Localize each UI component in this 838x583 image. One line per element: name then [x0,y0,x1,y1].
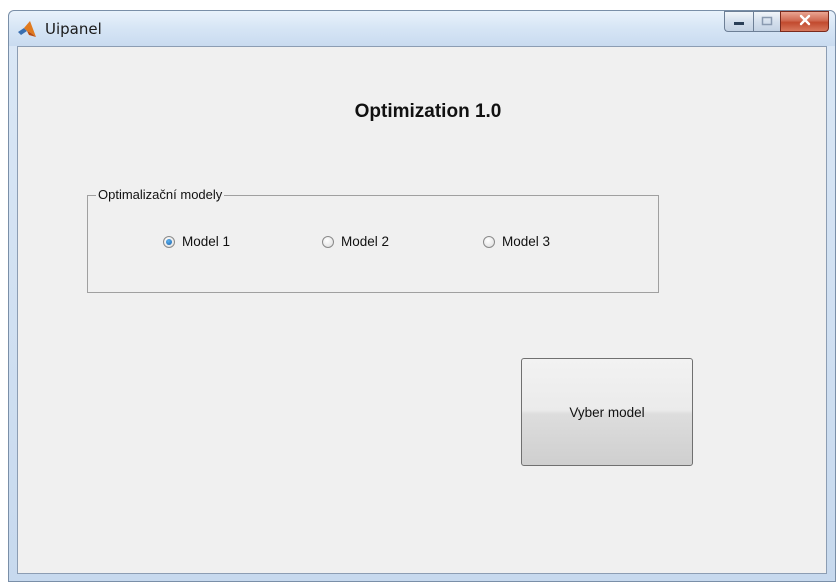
close-icon [798,13,812,31]
radio-unselected-icon [483,235,495,248]
radio-label: Model 2 [341,234,390,249]
title-bar[interactable]: Uipanel [9,11,835,46]
minimize-icon [733,13,745,31]
radio-selected-icon [163,235,175,248]
radio-model-2[interactable]: Model 2 [322,234,389,249]
figure-area: Optimization 1.0 Optimalizační modely Mo… [17,46,827,574]
model-button-group: Optimalizační modely Model 1 Model 2 Mod… [87,187,659,293]
radio-unselected-icon [322,235,334,248]
radio-model-3[interactable]: Model 3 [483,234,550,249]
radio-model-1[interactable]: Model 1 [163,234,230,249]
radio-label: Model 3 [502,234,551,249]
minimize-button[interactable] [724,11,753,32]
select-model-button[interactable]: Vyber model [521,358,693,466]
window-controls [724,11,829,33]
maximize-button[interactable] [753,11,780,32]
maximize-icon [761,13,773,31]
page-title: Optimization 1.0 [354,101,502,122]
matlab-logo-icon [17,20,37,40]
panel-title: Optimalizační modely [96,187,225,202]
window-title: Uipanel [45,20,102,38]
app-window: Uipanel Optimization 1.0 Optimalizační m… [8,10,836,582]
close-button[interactable] [780,11,829,32]
radio-label: Model 1 [182,234,231,249]
